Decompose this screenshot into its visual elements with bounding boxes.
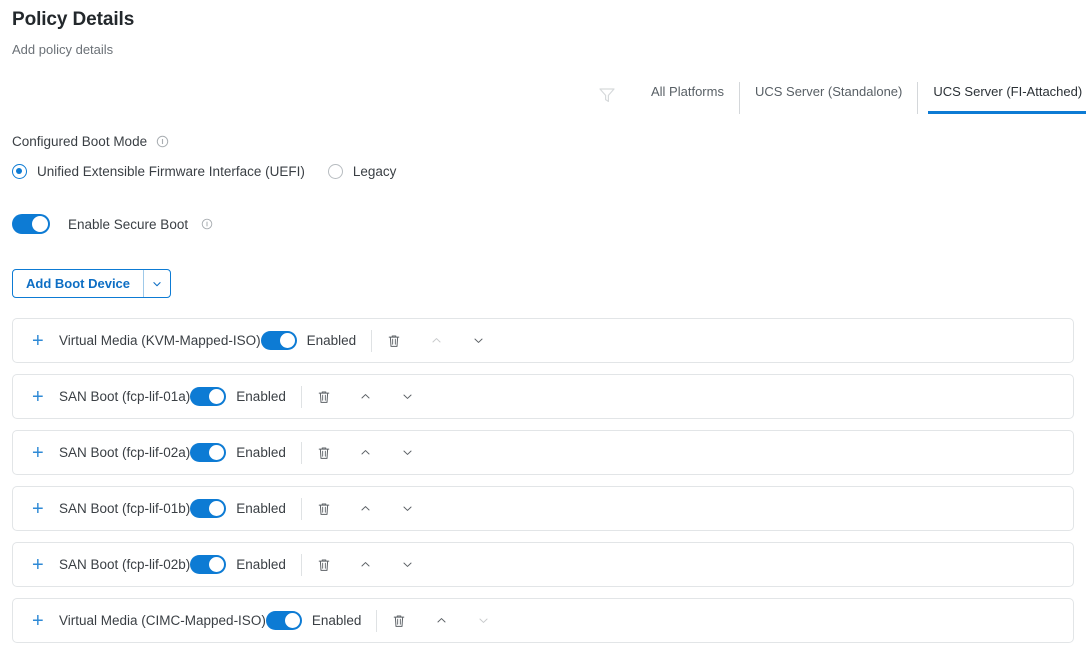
boot-device-toggle[interactable] (190, 555, 227, 574)
row-divider (300, 497, 302, 520)
chevron-down-icon[interactable] (395, 552, 421, 578)
platform-tabs: All Platforms UCS Server (Standalone) UC… (636, 82, 1086, 114)
chevron-down-icon (470, 608, 496, 634)
chevron-down-icon[interactable] (395, 496, 421, 522)
info-icon[interactable] (201, 218, 214, 231)
info-icon[interactable] (156, 135, 169, 148)
boot-device-state: Enabled (311, 613, 362, 628)
trash-icon[interactable] (386, 608, 412, 634)
chevron-down-icon[interactable] (143, 270, 170, 297)
configured-boot-mode-label: Configured Boot Mode (12, 134, 148, 149)
row-divider (300, 553, 302, 576)
boot-device-toggle[interactable] (190, 499, 227, 518)
chevron-up-icon (423, 328, 449, 354)
boot-device-state: Enabled (236, 389, 286, 404)
toggle-knob (284, 613, 300, 628)
radio-option-legacy[interactable]: Legacy (327, 164, 397, 179)
page-title: Policy Details (12, 9, 135, 30)
boot-device-toggle[interactable] (260, 331, 297, 350)
radio-option-uefi[interactable]: Unified Extensible Firmware Interface (U… (12, 164, 305, 179)
boot-device-toggle[interactable] (190, 443, 227, 462)
toggle-knob (209, 445, 225, 460)
plus-icon[interactable]: + (32, 499, 47, 519)
trash-icon[interactable] (311, 440, 337, 466)
boot-mode-radio-group: Unified Extensible Firmware Interface (U… (12, 164, 396, 179)
boot-device-name: SAN Boot (fcp-lif-02b) (59, 557, 191, 572)
platform-filter-bar: All Platforms UCS Server (Standalone) UC… (596, 82, 1086, 116)
configured-boot-mode-label-row: Configured Boot Mode (12, 134, 169, 149)
trash-icon[interactable] (311, 552, 337, 578)
radio-mark-uefi (12, 164, 27, 179)
boot-device-row: + SAN Boot (fcp-lif-01b) Enabled (12, 486, 1074, 531)
row-divider (376, 609, 378, 632)
toggle-knob (209, 557, 225, 572)
plus-icon[interactable]: + (32, 611, 47, 631)
policy-details-page: Policy Details Add policy details All Pl… (0, 0, 1086, 665)
boot-device-row: + SAN Boot (fcp-lif-01a) Enabled (12, 374, 1074, 419)
toggle-knob (279, 333, 295, 348)
radio-label-legacy: Legacy (352, 164, 397, 179)
radio-mark-legacy (327, 164, 343, 179)
chevron-down-icon[interactable] (465, 328, 491, 354)
row-divider (300, 385, 302, 408)
trash-icon[interactable] (381, 328, 407, 354)
boot-device-state: Enabled (306, 333, 357, 348)
boot-device-toggle[interactable] (190, 387, 227, 406)
boot-device-row: + SAN Boot (fcp-lif-02a) Enabled (12, 430, 1074, 475)
boot-device-row: + Virtual Media (KVM-Mapped-ISO) Enabled (12, 318, 1074, 363)
funnel-icon[interactable] (596, 84, 618, 106)
plus-icon[interactable]: + (32, 387, 47, 407)
boot-device-name: Virtual Media (KVM-Mapped-ISO) (59, 333, 261, 348)
boot-device-name: SAN Boot (fcp-lif-02a) (59, 445, 191, 460)
chevron-up-icon[interactable] (353, 496, 379, 522)
plus-icon[interactable]: + (32, 443, 47, 463)
chevron-down-icon[interactable] (395, 440, 421, 466)
trash-icon[interactable] (311, 384, 337, 410)
boot-device-list: + Virtual Media (KVM-Mapped-ISO) Enabled + S… (12, 318, 1074, 654)
chevron-up-icon[interactable] (428, 608, 454, 634)
boot-device-state: Enabled (236, 445, 286, 460)
secure-boot-label: Enable Secure Boot (68, 216, 189, 232)
boot-device-name: SAN Boot (fcp-lif-01b) (59, 501, 191, 516)
secure-boot-row: Enable Secure Boot (12, 214, 214, 234)
toggle-knob (209, 501, 225, 516)
plus-icon[interactable]: + (32, 331, 47, 351)
boot-device-state: Enabled (236, 501, 286, 516)
boot-device-name: Virtual Media (CIMC-Mapped-ISO) (59, 613, 266, 628)
add-boot-device-button[interactable]: Add Boot Device (12, 269, 172, 298)
toggle-knob (209, 389, 225, 404)
boot-device-toggle[interactable] (265, 611, 302, 630)
tab-ucs-server-fi-attached[interactable]: UCS Server (FI-Attached) (917, 82, 1086, 114)
toggle-knob (32, 216, 48, 232)
boot-device-row: + Virtual Media (CIMC-Mapped-ISO) Enabled (12, 598, 1074, 643)
secure-boot-toggle[interactable] (12, 214, 50, 234)
tab-ucs-server-standalone[interactable]: UCS Server (Standalone) (738, 82, 917, 114)
chevron-up-icon[interactable] (353, 384, 379, 410)
boot-device-row: + SAN Boot (fcp-lif-02b) Enabled (12, 542, 1074, 587)
row-divider (371, 329, 373, 352)
add-boot-device-label: Add Boot Device (26, 276, 131, 291)
plus-icon[interactable]: + (32, 555, 47, 575)
tab-all-platforms[interactable]: All Platforms (636, 82, 739, 114)
boot-device-name: SAN Boot (fcp-lif-01a) (59, 389, 191, 404)
trash-icon[interactable] (311, 496, 337, 522)
radio-label-uefi: Unified Extensible Firmware Interface (U… (37, 164, 305, 179)
chevron-up-icon[interactable] (353, 440, 379, 466)
chevron-up-icon[interactable] (353, 552, 379, 578)
chevron-down-icon[interactable] (395, 384, 421, 410)
boot-device-state: Enabled (236, 557, 286, 572)
page-subtitle: Add policy details (12, 42, 114, 57)
row-divider (300, 441, 302, 464)
